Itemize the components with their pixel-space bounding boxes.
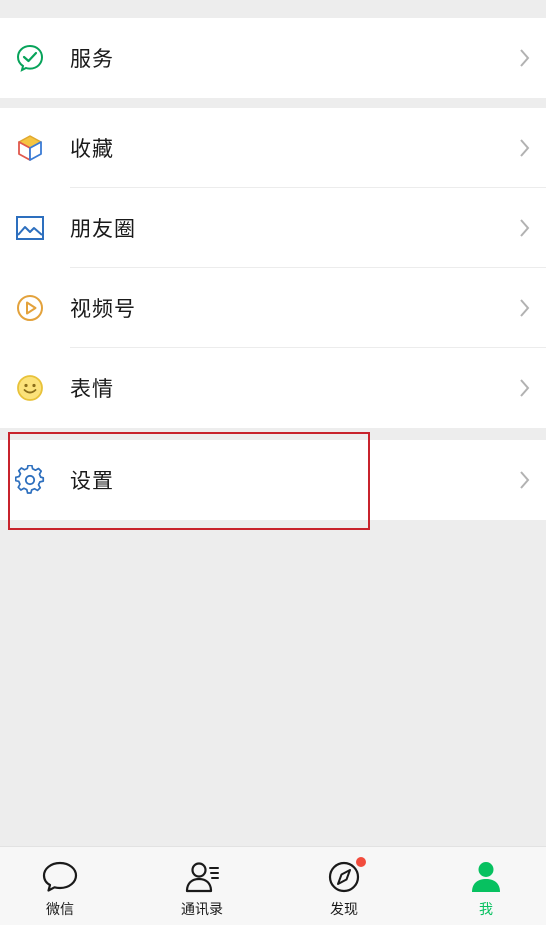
features-group: 收藏 朋友圈 视频号 表情 xyxy=(0,108,546,428)
smiley-icon xyxy=(14,372,46,404)
menu-item-label: 朋友圈 xyxy=(70,217,136,241)
chevron-right-icon xyxy=(520,219,530,237)
tab-label: 通讯录 xyxy=(181,902,223,918)
service-group: 服务 xyxy=(0,18,546,98)
chat-bubble-icon xyxy=(42,861,78,892)
play-circle-icon xyxy=(14,292,46,324)
menu-item-service[interactable]: 服务 xyxy=(0,18,546,98)
tab-contacts[interactable]: 通讯录 xyxy=(162,847,242,925)
menu-item-label: 视频号 xyxy=(70,297,136,321)
chevron-right-icon xyxy=(520,471,530,489)
picture-icon xyxy=(14,212,46,244)
bottom-tab-bar: 微信 通讯录 发现 我 xyxy=(0,846,546,925)
menu-item-channels[interactable]: 视频号 xyxy=(0,268,546,348)
chevron-right-icon xyxy=(520,49,530,67)
tab-chats[interactable]: 微信 xyxy=(20,847,100,925)
menu-item-label: 设置 xyxy=(70,469,114,493)
tab-label: 微信 xyxy=(46,902,74,918)
menu-item-stickers[interactable]: 表情 xyxy=(0,348,546,428)
tab-label: 发现 xyxy=(330,902,358,918)
chevron-right-icon xyxy=(520,299,530,317)
settings-group: 设置 xyxy=(0,440,546,520)
tab-me[interactable]: 我 xyxy=(446,847,526,925)
menu-item-label: 表情 xyxy=(70,377,114,401)
menu-item-settings[interactable]: 设置 xyxy=(0,440,546,520)
cube-icon xyxy=(14,132,46,164)
notification-badge xyxy=(356,857,366,867)
menu-item-label: 服务 xyxy=(70,47,114,71)
chevron-right-icon xyxy=(520,139,530,157)
menu-item-favorites[interactable]: 收藏 xyxy=(0,108,546,188)
tab-label: 我 xyxy=(479,902,493,918)
chevron-right-icon xyxy=(520,379,530,397)
contacts-icon xyxy=(185,862,219,893)
person-icon xyxy=(472,862,500,892)
menu-item-moments[interactable]: 朋友圈 xyxy=(0,188,546,268)
menu-item-label: 收藏 xyxy=(70,137,114,161)
wechat-pay-check-icon xyxy=(14,42,46,74)
gear-icon xyxy=(14,464,46,496)
tab-discover[interactable]: 发现 xyxy=(304,847,384,925)
